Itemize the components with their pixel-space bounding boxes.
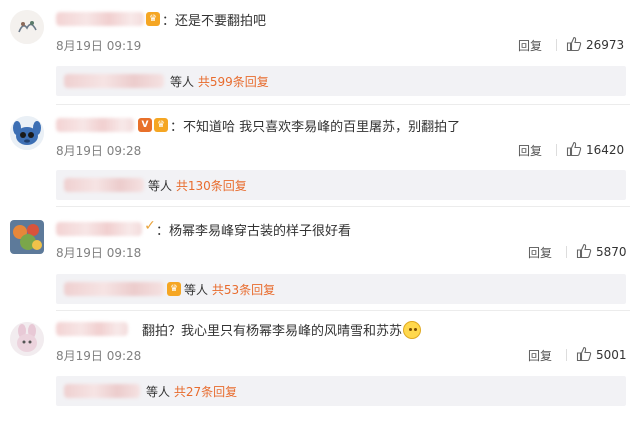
avatar-image bbox=[10, 322, 44, 356]
sub-reply-summary: 等人 共53条回复 bbox=[184, 281, 275, 298]
sub-reply-username-blurred[interactable] bbox=[64, 282, 164, 296]
comment-date: 8月19日 09:28 bbox=[56, 349, 142, 363]
sub-reply-count-link[interactable]: 共27条回复 bbox=[174, 385, 237, 399]
reply-button[interactable]: 回复 bbox=[518, 37, 542, 54]
like-button[interactable]: 5001 bbox=[576, 346, 627, 362]
like-count: 5001 bbox=[596, 348, 627, 362]
sub-reply-summary: 等人 共27条回复 bbox=[146, 383, 237, 400]
like-count: 16420 bbox=[586, 143, 625, 157]
sub-reply-label: 等人 bbox=[148, 179, 173, 193]
username-blurred[interactable] bbox=[56, 222, 142, 236]
vip-badge-icon: ♛ bbox=[146, 12, 160, 26]
sub-reply-summary: 等人 共130条回复 bbox=[148, 177, 247, 194]
vip-badge-icon: ♛ bbox=[154, 118, 168, 132]
sub-reply-summary: 等人 共599条回复 bbox=[170, 73, 269, 90]
comment-text-content: 翻拍？我心里只有杨幂李易峰的风晴雪和苏苏 bbox=[142, 324, 403, 339]
username-blurred[interactable] bbox=[56, 322, 128, 336]
reply-button[interactable]: 回复 bbox=[528, 347, 552, 364]
sub-reply-username-blurred[interactable] bbox=[64, 74, 164, 88]
sub-reply-label: 等人 bbox=[170, 75, 195, 89]
like-count: 5870 bbox=[596, 245, 627, 259]
like-button[interactable]: 26973 bbox=[566, 36, 624, 52]
emoji-icon bbox=[403, 321, 422, 339]
avatar-image bbox=[10, 116, 44, 150]
avatar-image bbox=[10, 10, 44, 44]
comment-text: ：杨幂李易峰穿古装的样子很好看 bbox=[156, 224, 352, 239]
avatar[interactable] bbox=[10, 116, 44, 150]
avatar[interactable] bbox=[10, 322, 44, 356]
avatar[interactable] bbox=[10, 10, 44, 44]
divider-line bbox=[556, 144, 557, 156]
thumb-up-icon bbox=[576, 346, 592, 362]
thumb-up-icon bbox=[576, 243, 592, 259]
sub-replies-bar: ♛ 等人 共53条回复 bbox=[56, 274, 626, 304]
comment-item: ♛ ：还是不要翻拍吧 8月19日 09:19 回复 26973 等人 共599条… bbox=[0, 0, 640, 100]
like-count: 26973 bbox=[586, 38, 625, 52]
sub-reply-count-link[interactable]: 共599条回复 bbox=[198, 75, 269, 89]
comment-text: 翻拍？我心里只有杨幂李易峰的风晴雪和苏苏 bbox=[142, 320, 422, 339]
thumb-up-icon bbox=[566, 141, 582, 157]
username-blurred[interactable] bbox=[56, 118, 134, 132]
sub-reply-label: 等人 bbox=[184, 283, 209, 297]
divider-line bbox=[566, 246, 567, 258]
sub-replies-bar: 等人 共27条回复 bbox=[56, 376, 626, 406]
divider-line bbox=[556, 39, 557, 51]
like-button[interactable]: 16420 bbox=[566, 141, 624, 157]
comment-item: ✓ ：杨幂李易峰穿古装的样子很好看 8月19日 09:18 回复 5870 ♛ … bbox=[0, 206, 640, 306]
thumb-up-icon bbox=[566, 36, 582, 52]
avatar[interactable] bbox=[10, 220, 44, 254]
comment-item: V ♛ ：不知道哈 我只喜欢李易峰的百里屠苏，别翻拍了 8月19日 09:28 … bbox=[0, 104, 640, 204]
sub-reply-username-blurred[interactable] bbox=[64, 384, 140, 398]
comment-text: ：不知道哈 我只喜欢李易峰的百里屠苏，别翻拍了 bbox=[170, 120, 461, 135]
username-blurred[interactable] bbox=[56, 12, 144, 26]
verified-v-badge-icon: V bbox=[138, 118, 152, 132]
sub-reply-count-link[interactable]: 共53条回复 bbox=[212, 283, 275, 297]
sub-replies-bar: 等人 共130条回复 bbox=[56, 170, 626, 200]
reply-button[interactable]: 回复 bbox=[528, 244, 552, 261]
sub-replies-bar: 等人 共599条回复 bbox=[56, 66, 626, 96]
divider-line bbox=[566, 349, 567, 361]
sub-reply-username-blurred[interactable] bbox=[64, 178, 144, 192]
comment-date: 8月19日 09:19 bbox=[56, 39, 142, 53]
comment-item: 翻拍？我心里只有杨幂李易峰的风晴雪和苏苏 8月19日 09:28 回复 5001… bbox=[0, 310, 640, 421]
comment-text: ：还是不要翻拍吧 bbox=[162, 14, 267, 29]
comment-date: 8月19日 09:28 bbox=[56, 144, 142, 158]
verified-check-icon: ✓ bbox=[144, 218, 156, 234]
avatar-image bbox=[10, 220, 44, 254]
reply-button[interactable]: 回复 bbox=[518, 142, 542, 159]
sub-reply-label: 等人 bbox=[146, 385, 171, 399]
sub-reply-count-link[interactable]: 共130条回复 bbox=[176, 179, 247, 193]
comment-date: 8月19日 09:18 bbox=[56, 246, 142, 260]
vip-badge-icon: ♛ bbox=[167, 282, 181, 296]
like-button[interactable]: 5870 bbox=[576, 243, 627, 259]
